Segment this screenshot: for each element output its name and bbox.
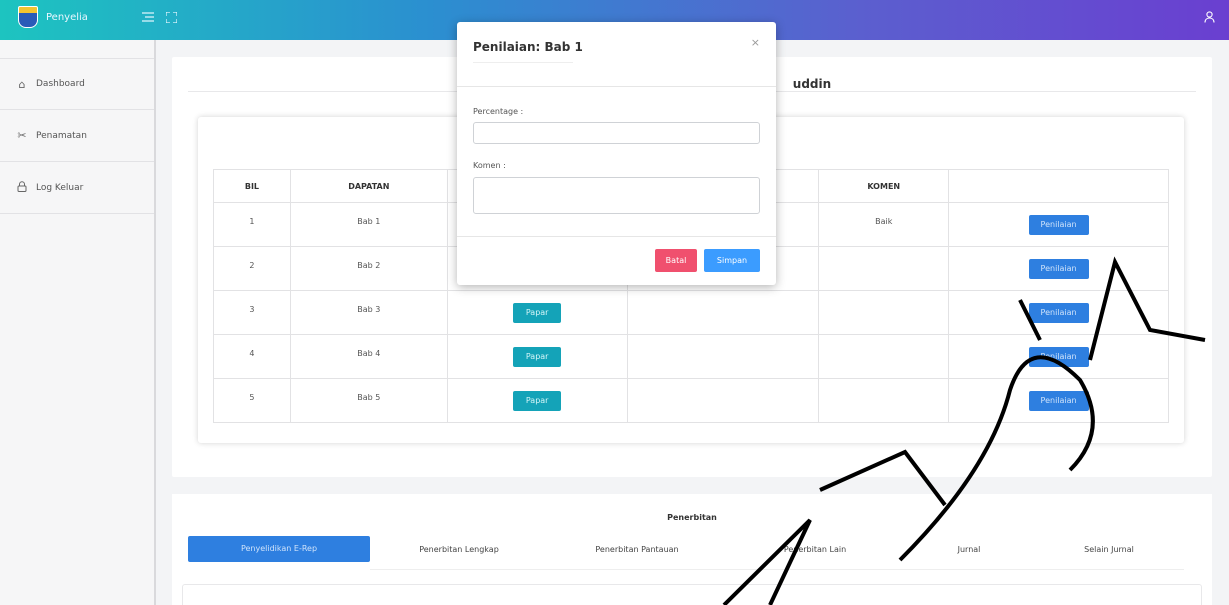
divider xyxy=(457,86,776,87)
divider xyxy=(473,62,573,63)
divider xyxy=(457,236,776,237)
modal-title: Penilaian: Bab 1 xyxy=(473,40,583,54)
close-icon[interactable]: × xyxy=(751,36,760,49)
cancel-button[interactable]: Batal xyxy=(655,249,697,272)
comment-label: Komen : xyxy=(473,161,506,170)
comment-field[interactable] xyxy=(473,177,760,214)
penilaian-modal: Penilaian: Bab 1 × Percentage : Komen : … xyxy=(457,22,776,285)
save-button[interactable]: Simpan xyxy=(704,249,760,272)
percentage-label: Percentage : xyxy=(473,107,524,116)
percentage-field[interactable] xyxy=(473,122,760,144)
